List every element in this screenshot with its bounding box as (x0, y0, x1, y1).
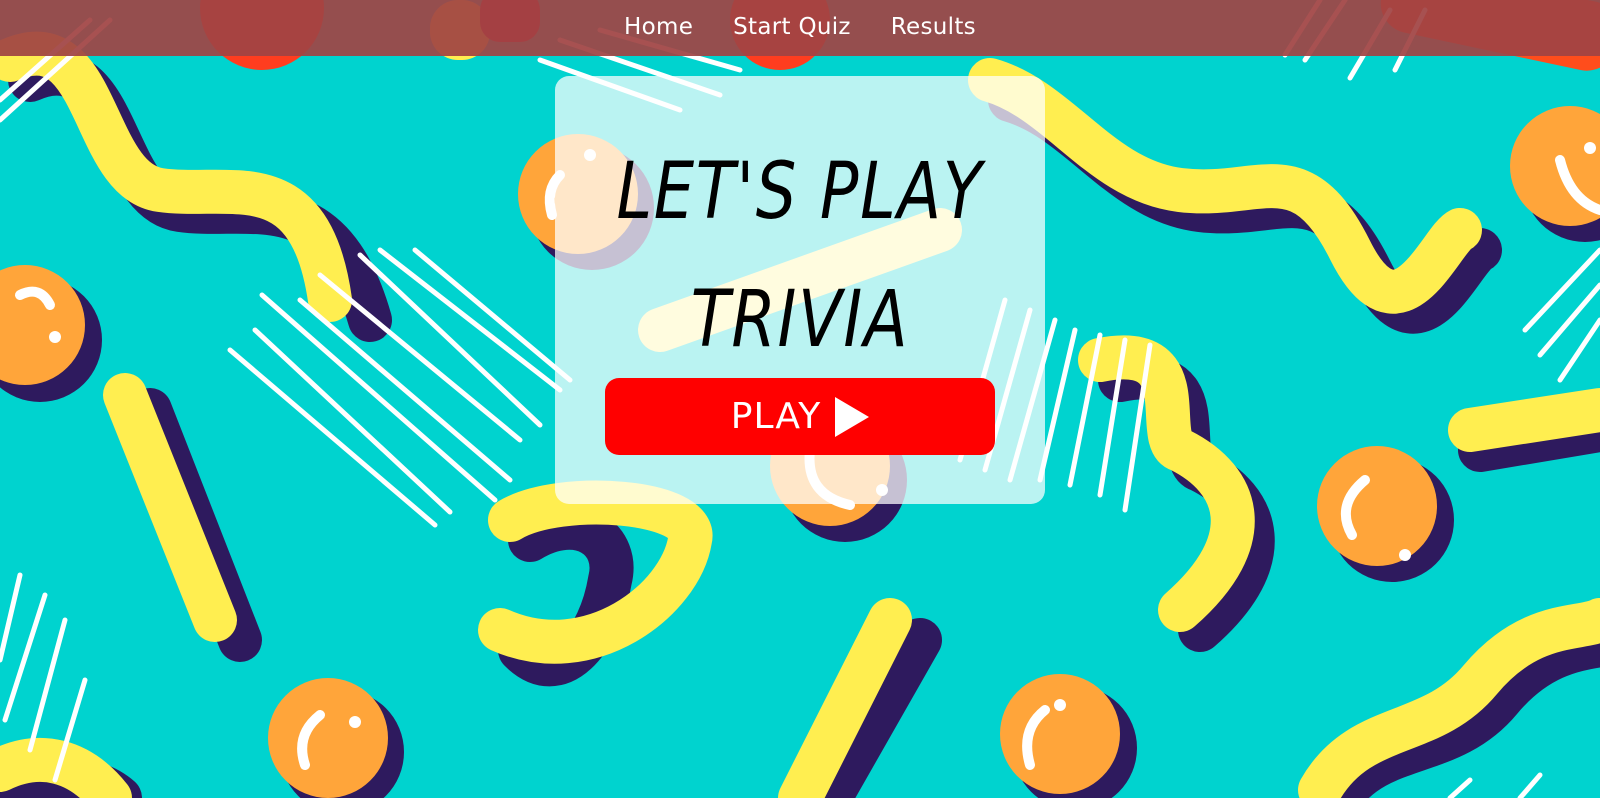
play-button[interactable]: PLAY (605, 378, 995, 455)
hero-card: LET'S PLAY TRIVIA PLAY (555, 76, 1045, 504)
nav-link-home[interactable]: Home (624, 14, 693, 40)
hero-title-line2: TRIVIA (690, 275, 910, 365)
hero-title-line1: LET'S PLAY (616, 147, 984, 237)
nav-link-results[interactable]: Results (891, 14, 976, 40)
top-navbar: Home Start Quiz Results (0, 0, 1600, 56)
play-button-label: PLAY (730, 396, 822, 437)
hero-title: LET'S PLAY TRIVIA (599, 128, 1001, 384)
nav-link-start-quiz[interactable]: Start Quiz (733, 14, 851, 40)
play-triangle-icon (835, 396, 870, 437)
